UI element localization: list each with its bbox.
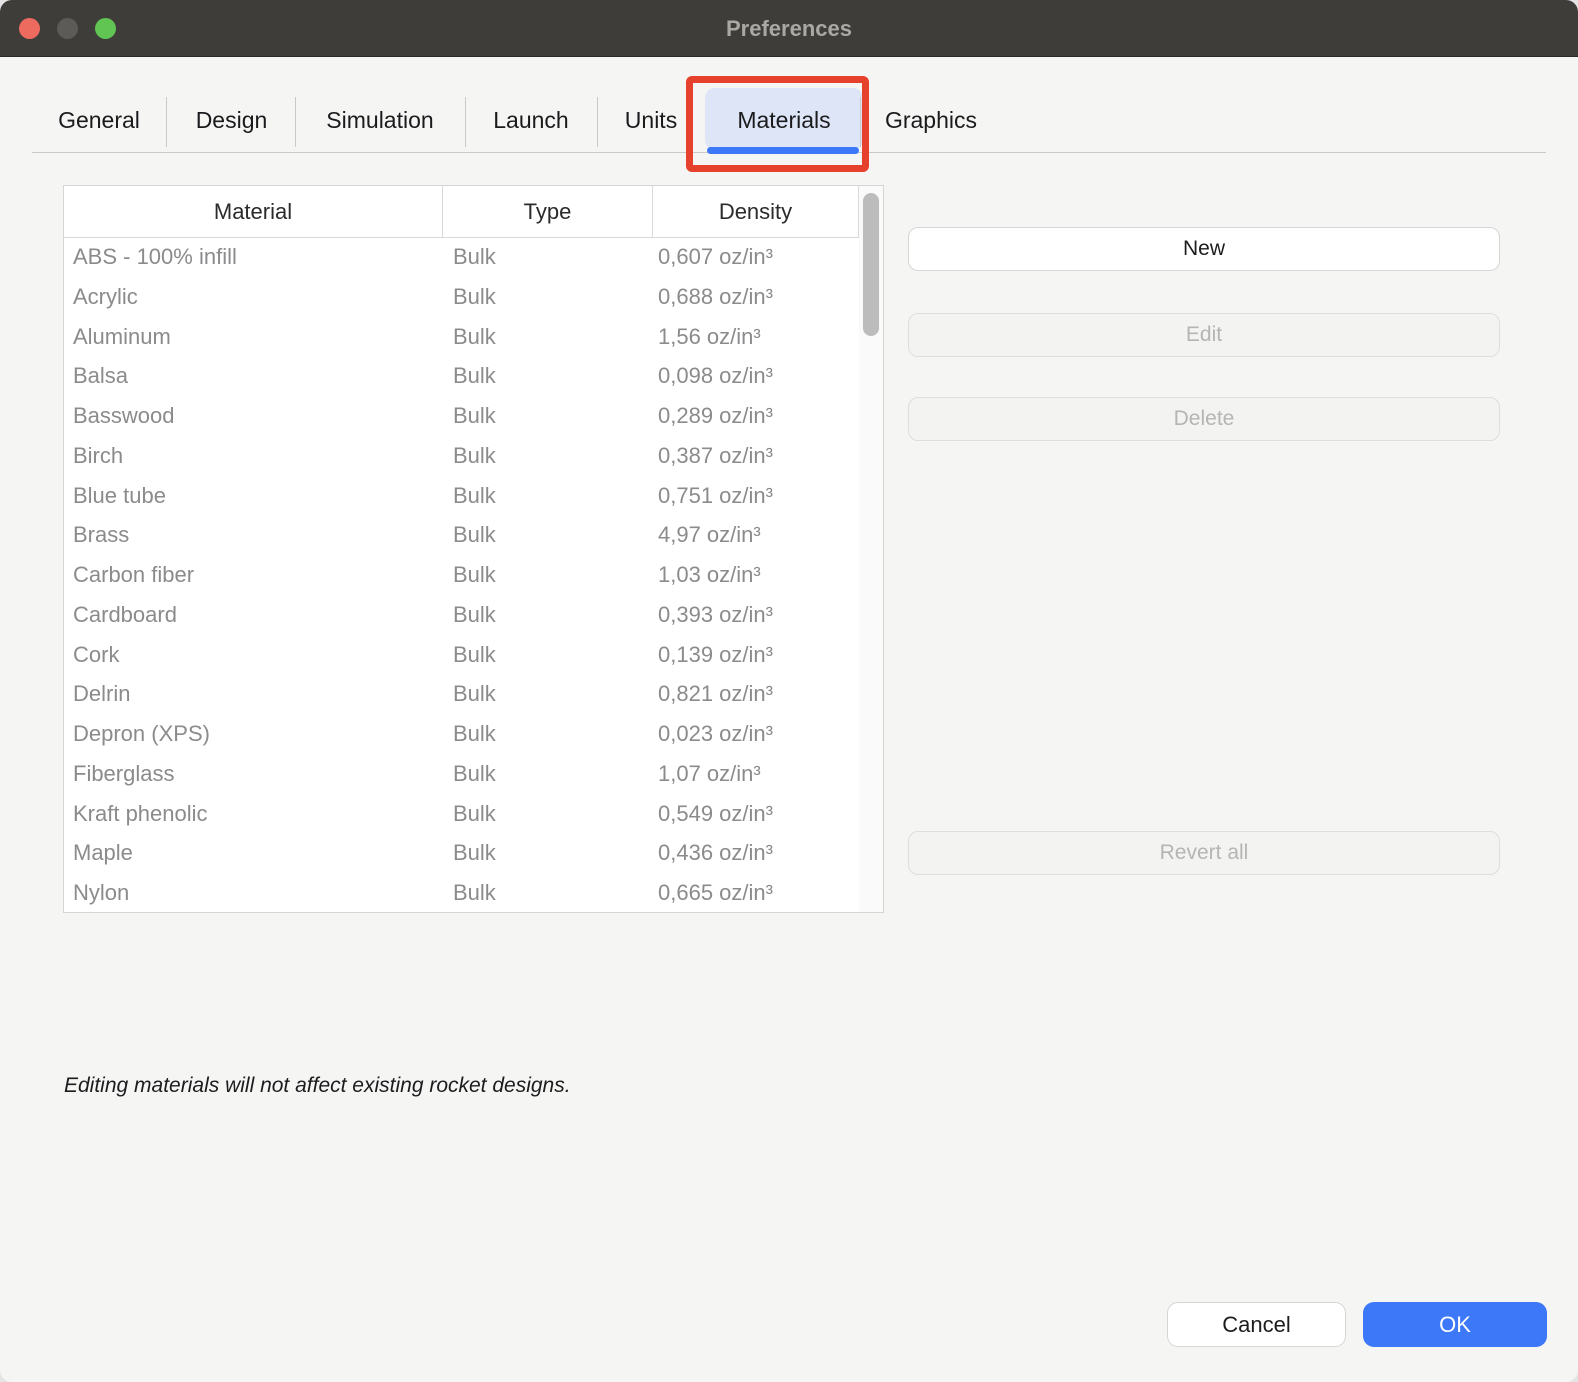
table-row[interactable]: Birch Bulk 0,387 oz/in³ — [64, 436, 883, 476]
materials-note: Editing materials will not affect existi… — [64, 1074, 571, 1098]
material-cell: Birch — [64, 436, 442, 476]
density-cell: 0,098 oz/in³ — [652, 356, 858, 396]
tab-simulation[interactable]: Simulation — [296, 90, 464, 150]
density-cell: 0,139 oz/in³ — [652, 635, 858, 675]
materials-table-header: Material Type Density — [64, 186, 883, 237]
table-row[interactable]: Acrylic Bulk 0,688 oz/in³ — [64, 277, 883, 317]
type-cell: Bulk — [442, 396, 652, 436]
table-row[interactable]: Cork Bulk 0,139 oz/in³ — [64, 635, 883, 675]
table-row[interactable]: Carbon fiber Bulk 1,03 oz/in³ — [64, 555, 883, 595]
type-cell: Bulk — [442, 873, 652, 912]
table-row[interactable]: Maple Bulk 0,436 oz/in³ — [64, 833, 883, 873]
scrollbar-track[interactable] — [859, 186, 883, 912]
type-cell: Bulk — [442, 515, 652, 555]
table-row[interactable]: Blue tube Bulk 0,751 oz/in³ — [64, 476, 883, 516]
type-cell: Bulk — [442, 476, 652, 516]
material-cell: Blue tube — [64, 476, 442, 516]
material-cell: Maple — [64, 833, 442, 873]
type-cell: Bulk — [442, 714, 652, 754]
table-row[interactable]: Aluminum Bulk 1,56 oz/in³ — [64, 317, 883, 357]
material-cell: Nylon — [64, 873, 442, 912]
type-cell: Bulk — [442, 794, 652, 834]
density-cell: 0,289 oz/in³ — [652, 396, 858, 436]
table-row[interactable]: Brass Bulk 4,97 oz/in³ — [64, 515, 883, 555]
type-cell: Bulk — [442, 237, 652, 277]
density-cell: 4,97 oz/in³ — [652, 515, 858, 555]
tab-materials[interactable]: Materials — [705, 90, 863, 150]
density-cell: 0,688 oz/in³ — [652, 277, 858, 317]
table-row[interactable]: Nylon Bulk 0,665 oz/in³ — [64, 873, 883, 912]
materials-table-body: ABS - 100% infill Bulk 0,607 oz/in³ Acry… — [64, 237, 883, 912]
selected-tab-underline — [707, 147, 859, 154]
titlebar: Preferences — [0, 0, 1578, 57]
material-cell: Cardboard — [64, 595, 442, 635]
material-cell: Aluminum — [64, 317, 442, 357]
material-cell: Fiberglass — [64, 754, 442, 794]
density-cell: 1,07 oz/in³ — [652, 754, 858, 794]
type-cell: Bulk — [442, 595, 652, 635]
density-cell: 0,393 oz/in³ — [652, 595, 858, 635]
density-cell: 0,821 oz/in³ — [652, 674, 858, 714]
density-cell: 1,56 oz/in³ — [652, 317, 858, 357]
type-cell: Bulk — [442, 317, 652, 357]
density-cell: 0,387 oz/in³ — [652, 436, 858, 476]
material-cell: Kraft phenolic — [64, 794, 442, 834]
type-cell: Bulk — [442, 555, 652, 595]
tab-units[interactable]: Units — [598, 90, 704, 150]
table-row[interactable]: ABS - 100% infill Bulk 0,607 oz/in³ — [64, 237, 883, 277]
column-header-material[interactable]: Material — [64, 186, 442, 238]
table-row[interactable]: Delrin Bulk 0,821 oz/in³ — [64, 674, 883, 714]
material-cell: Acrylic — [64, 277, 442, 317]
density-cell: 0,751 oz/in³ — [652, 476, 858, 516]
tab-launch[interactable]: Launch — [466, 90, 596, 150]
type-cell: Bulk — [442, 356, 652, 396]
tab-design[interactable]: Design — [168, 90, 295, 150]
density-cell: 0,607 oz/in³ — [652, 237, 858, 277]
density-cell: 0,023 oz/in³ — [652, 714, 858, 754]
type-cell: Bulk — [442, 754, 652, 794]
material-cell: Brass — [64, 515, 442, 555]
table-row[interactable]: Depron (XPS) Bulk 0,023 oz/in³ — [64, 714, 883, 754]
revert-all-button[interactable]: Revert all — [908, 831, 1500, 875]
cancel-button[interactable]: Cancel — [1167, 1302, 1346, 1347]
density-cell: 0,665 oz/in³ — [652, 873, 858, 912]
type-cell: Bulk — [442, 635, 652, 675]
material-cell: ABS - 100% infill — [64, 237, 442, 277]
tab-graphics[interactable]: Graphics — [864, 90, 998, 150]
tab-general[interactable]: General — [32, 90, 166, 150]
type-cell: Bulk — [442, 277, 652, 317]
preferences-window: Preferences General Design Simulation La… — [0, 0, 1578, 1382]
material-cell: Carbon fiber — [64, 555, 442, 595]
type-cell: Bulk — [442, 833, 652, 873]
table-row[interactable]: Balsa Bulk 0,098 oz/in³ — [64, 356, 883, 396]
delete-button[interactable]: Delete — [908, 397, 1500, 441]
material-cell: Delrin — [64, 674, 442, 714]
scrollbar-thumb[interactable] — [863, 193, 879, 336]
density-cell: 0,549 oz/in³ — [652, 794, 858, 834]
table-row[interactable]: Cardboard Bulk 0,393 oz/in³ — [64, 595, 883, 635]
new-button[interactable]: New — [908, 227, 1500, 271]
material-cell: Balsa — [64, 356, 442, 396]
edit-button[interactable]: Edit — [908, 313, 1500, 357]
table-row[interactable]: Fiberglass Bulk 1,07 oz/in³ — [64, 754, 883, 794]
column-header-type[interactable]: Type — [442, 186, 652, 238]
material-cell: Basswood — [64, 396, 442, 436]
type-cell: Bulk — [442, 436, 652, 476]
window-title: Preferences — [0, 0, 1578, 57]
density-cell: 0,436 oz/in³ — [652, 833, 858, 873]
column-header-density[interactable]: Density — [652, 186, 858, 238]
type-cell: Bulk — [442, 674, 652, 714]
table-row[interactable]: Kraft phenolic Bulk 0,549 oz/in³ — [64, 794, 883, 834]
materials-table: Material Type Density ABS - 100% infill … — [63, 185, 884, 913]
tab-divider — [166, 97, 167, 147]
material-cell: Cork — [64, 635, 442, 675]
ok-button[interactable]: OK — [1363, 1302, 1547, 1347]
table-row[interactable]: Basswood Bulk 0,289 oz/in³ — [64, 396, 883, 436]
material-cell: Depron (XPS) — [64, 714, 442, 754]
density-cell: 1,03 oz/in³ — [652, 555, 858, 595]
